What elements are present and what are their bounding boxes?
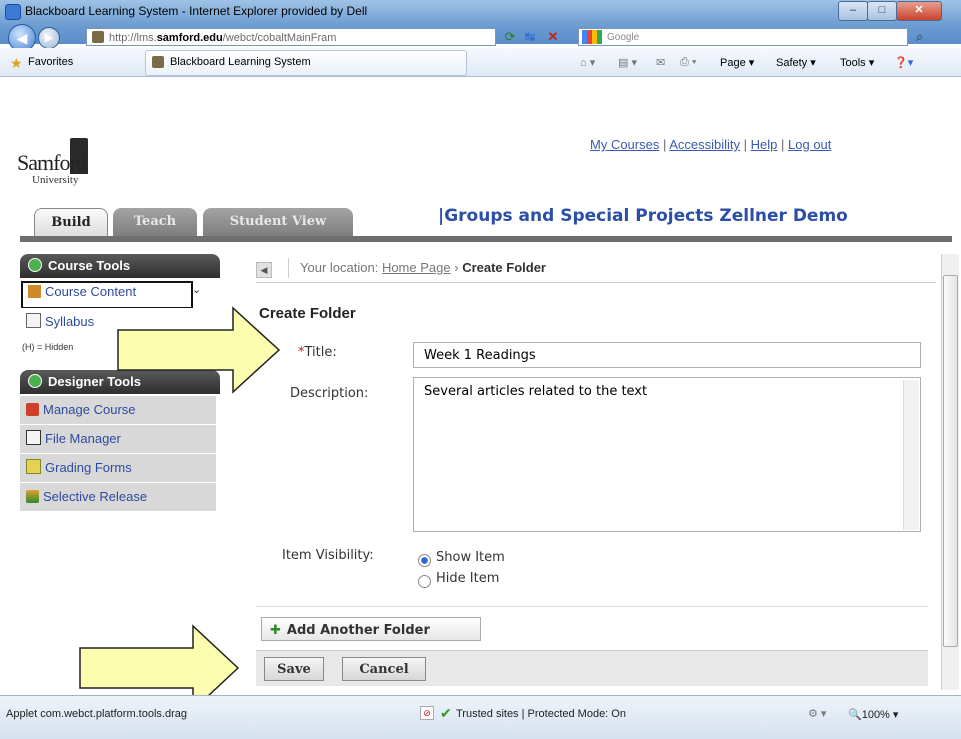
popup-blocked-icon[interactable]: ⊘	[420, 706, 434, 720]
protected-mode-icon[interactable]: ⚙ ▾	[808, 707, 826, 720]
security-zone[interactable]: Trusted sites | Protected Mode: On	[456, 708, 626, 720]
status-text: Applet com.webct.platform.tools.drag	[6, 708, 187, 720]
annotation-arrows	[79, 306, 281, 712]
title-pointer-arrow	[117, 306, 281, 394]
zoom-level[interactable]: 🔍100% ▾	[848, 708, 898, 721]
trusted-check-icon: ✔	[440, 705, 452, 721]
